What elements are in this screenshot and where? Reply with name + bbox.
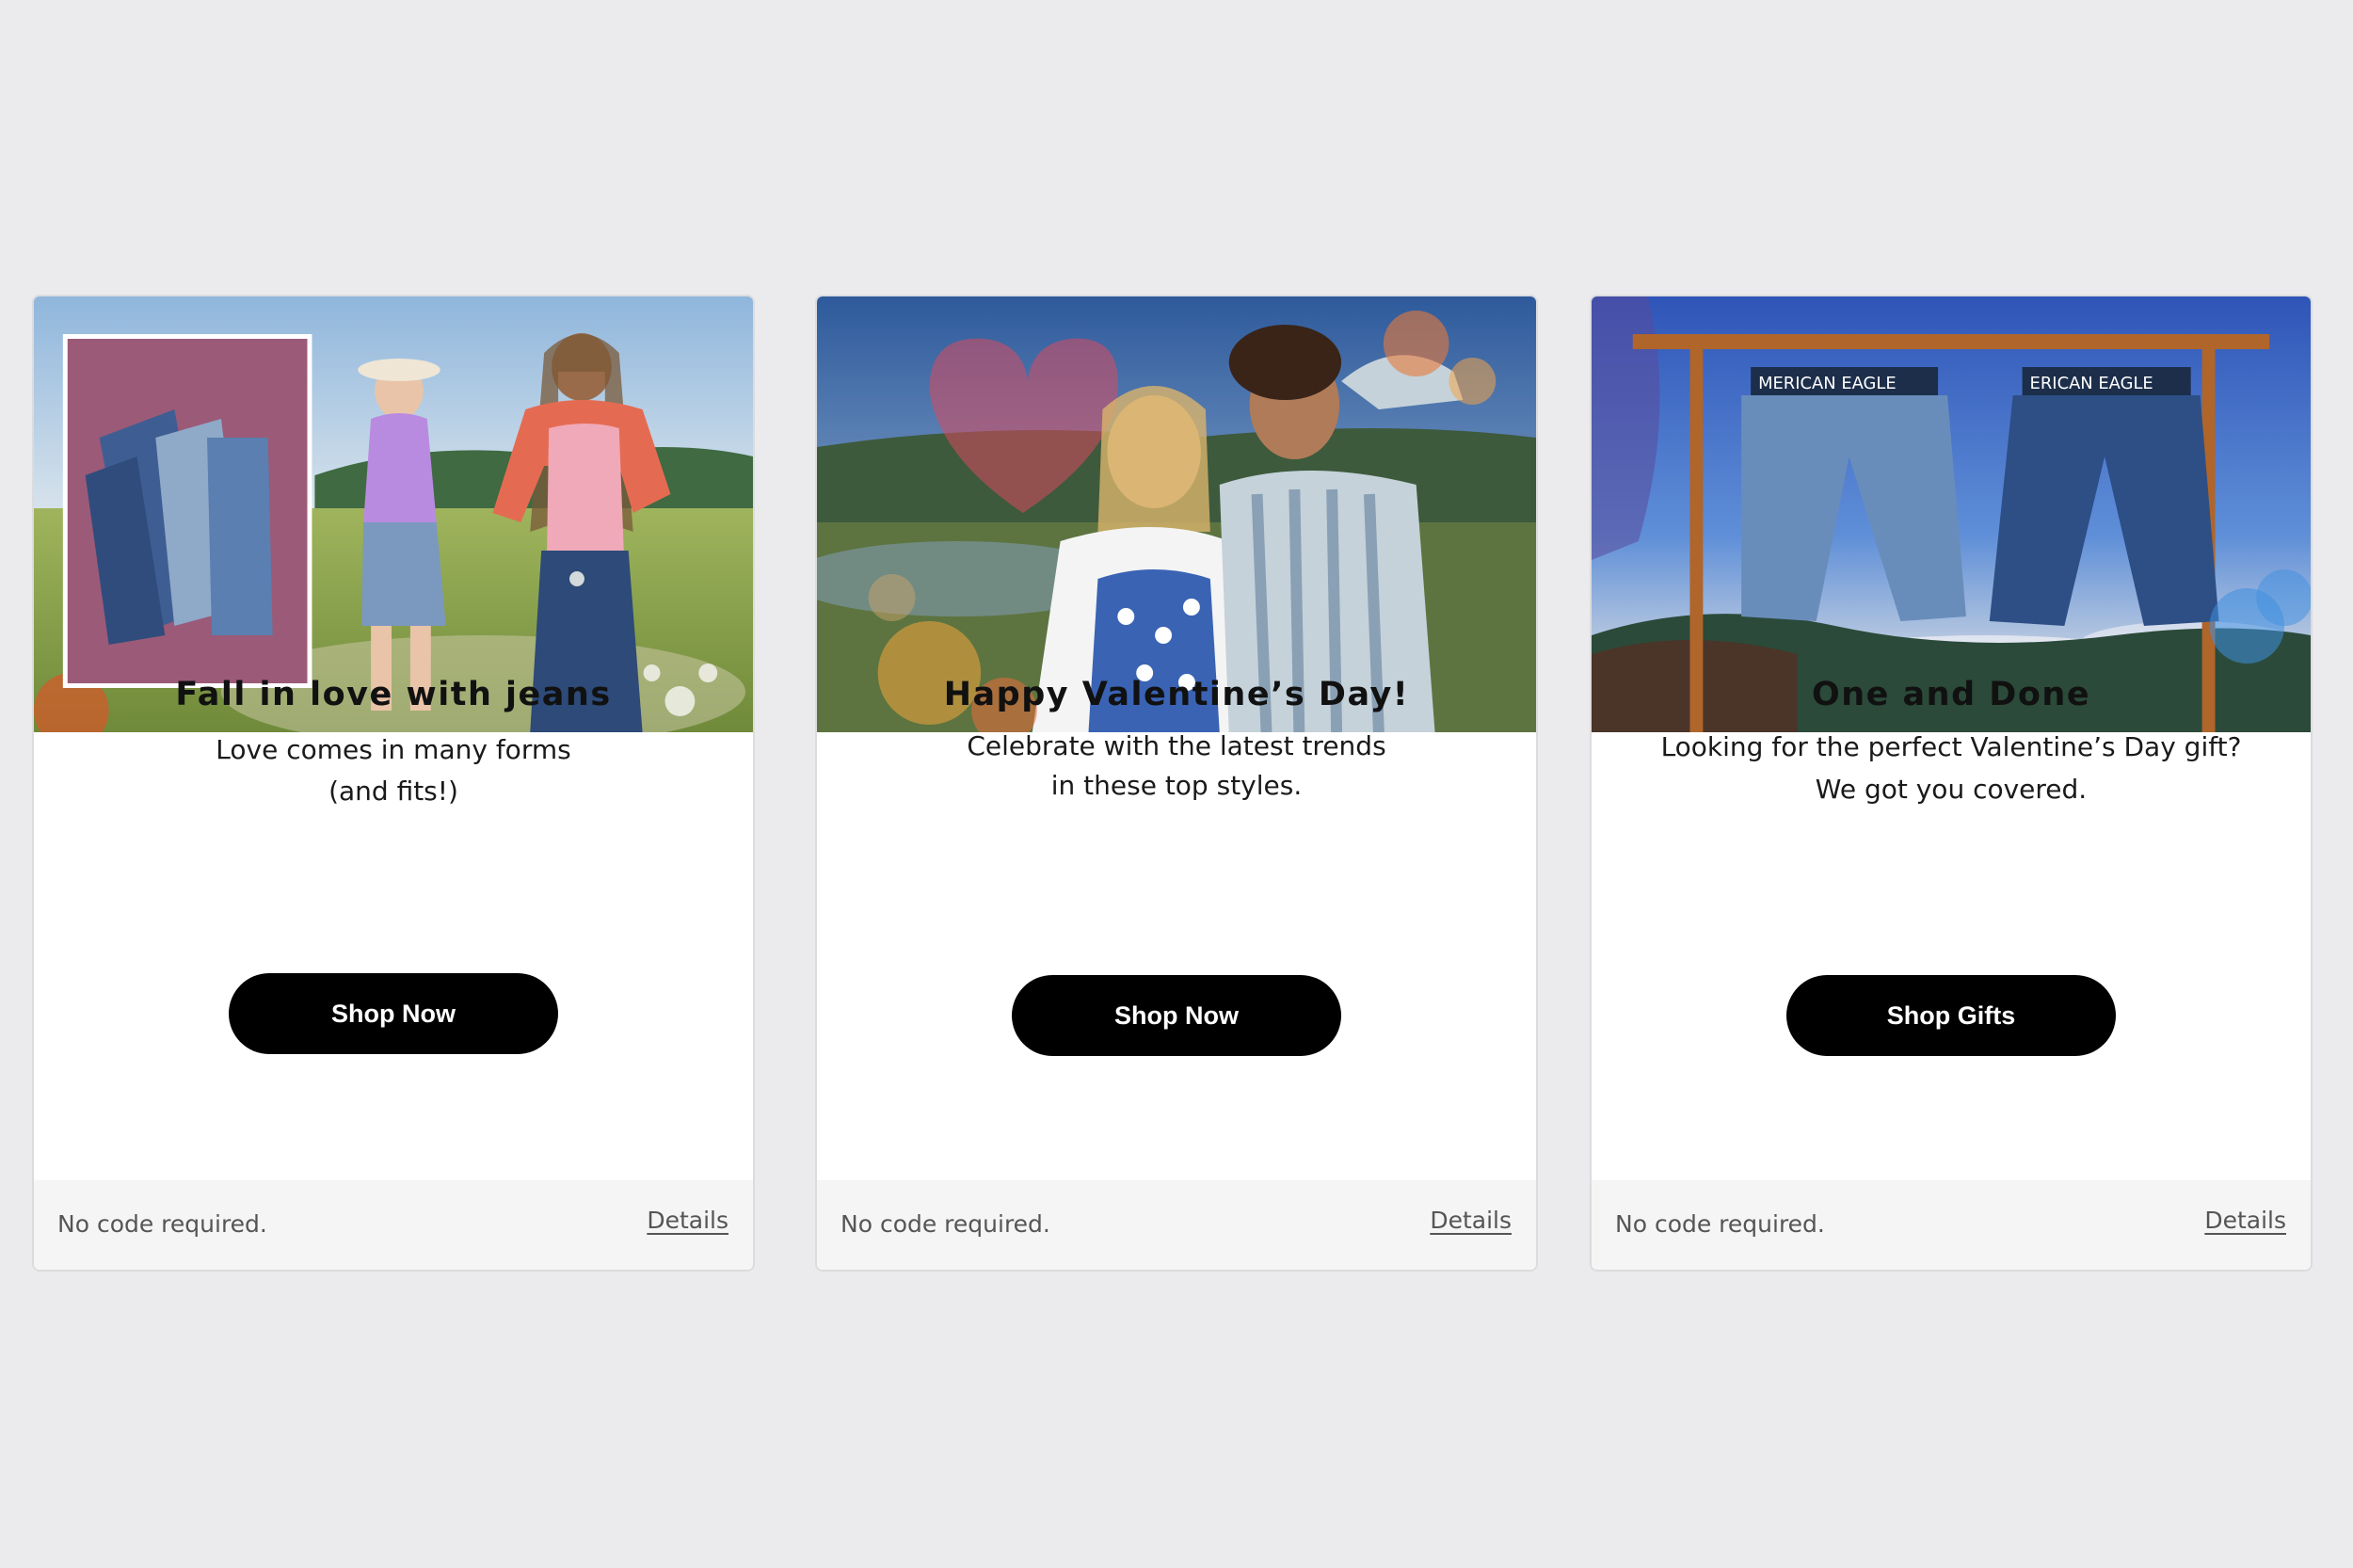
details-link[interactable]: Details	[2204, 1207, 2286, 1234]
details-link[interactable]: Details	[1430, 1207, 1512, 1234]
card-subtitle-line: We got you covered.	[1815, 774, 2088, 805]
shop-now-button[interactable]: Shop Now	[229, 973, 558, 1054]
card-subtitle: Celebrate with the latest trends in thes…	[817, 727, 1536, 806]
card-footer: No code required. Details	[1592, 1180, 2311, 1270]
card-subtitle-line: Love comes in many forms	[216, 734, 571, 765]
card-footer: No code required. Details	[817, 1180, 1536, 1270]
shorts-photo: MERICAN EAGLE ERICAN EAGLE	[1592, 296, 2311, 732]
promo-card-gifts: MERICAN EAGLE ERICAN EAGLE One and Done …	[1590, 295, 2313, 1272]
promo-card-jeans: Fall in love with jeans Love comes in ma…	[32, 295, 755, 1272]
meadow-photo	[34, 296, 753, 732]
card-title: One and Done	[1811, 676, 2091, 713]
shop-now-button[interactable]: Shop Now	[1012, 975, 1341, 1056]
card-subtitle-line: (and fits!)	[328, 776, 458, 807]
card-subtitle-line: Looking for the perfect Valentine’s Day …	[1660, 731, 2242, 762]
shop-gifts-button[interactable]: Shop Gifts	[1786, 975, 2116, 1056]
boxer-print-2: ERICAN EAGLE	[2030, 374, 2153, 393]
card-title: Happy Valentine’s Day!	[943, 676, 1410, 713]
promo-note: No code required.	[840, 1210, 1050, 1238]
promo-image-valentines[interactable]	[817, 296, 1536, 732]
promo-card-valentines: Happy Valentine’s Day! Celebrate with th…	[815, 295, 1538, 1272]
card-footer: No code required. Details	[34, 1180, 753, 1270]
card-title: Fall in love with jeans	[175, 676, 612, 713]
boxer-print-1: MERICAN EAGLE	[1758, 374, 1897, 393]
card-subtitle: Love comes in many forms (and fits!)	[34, 729, 753, 812]
promo-note: No code required.	[57, 1210, 267, 1238]
details-link[interactable]: Details	[647, 1207, 728, 1234]
promo-image-gifts[interactable]: MERICAN EAGLE ERICAN EAGLE	[1592, 296, 2311, 732]
promo-image-jeans[interactable]	[34, 296, 753, 732]
card-subtitle: Looking for the perfect Valentine’s Day …	[1592, 726, 2311, 810]
card-subtitle-line: in these top styles.	[1050, 770, 1303, 801]
promo-note: No code required.	[1615, 1210, 1825, 1238]
card-subtitle-line: Celebrate with the latest trends	[967, 730, 1386, 761]
couple-photo	[817, 296, 1536, 732]
